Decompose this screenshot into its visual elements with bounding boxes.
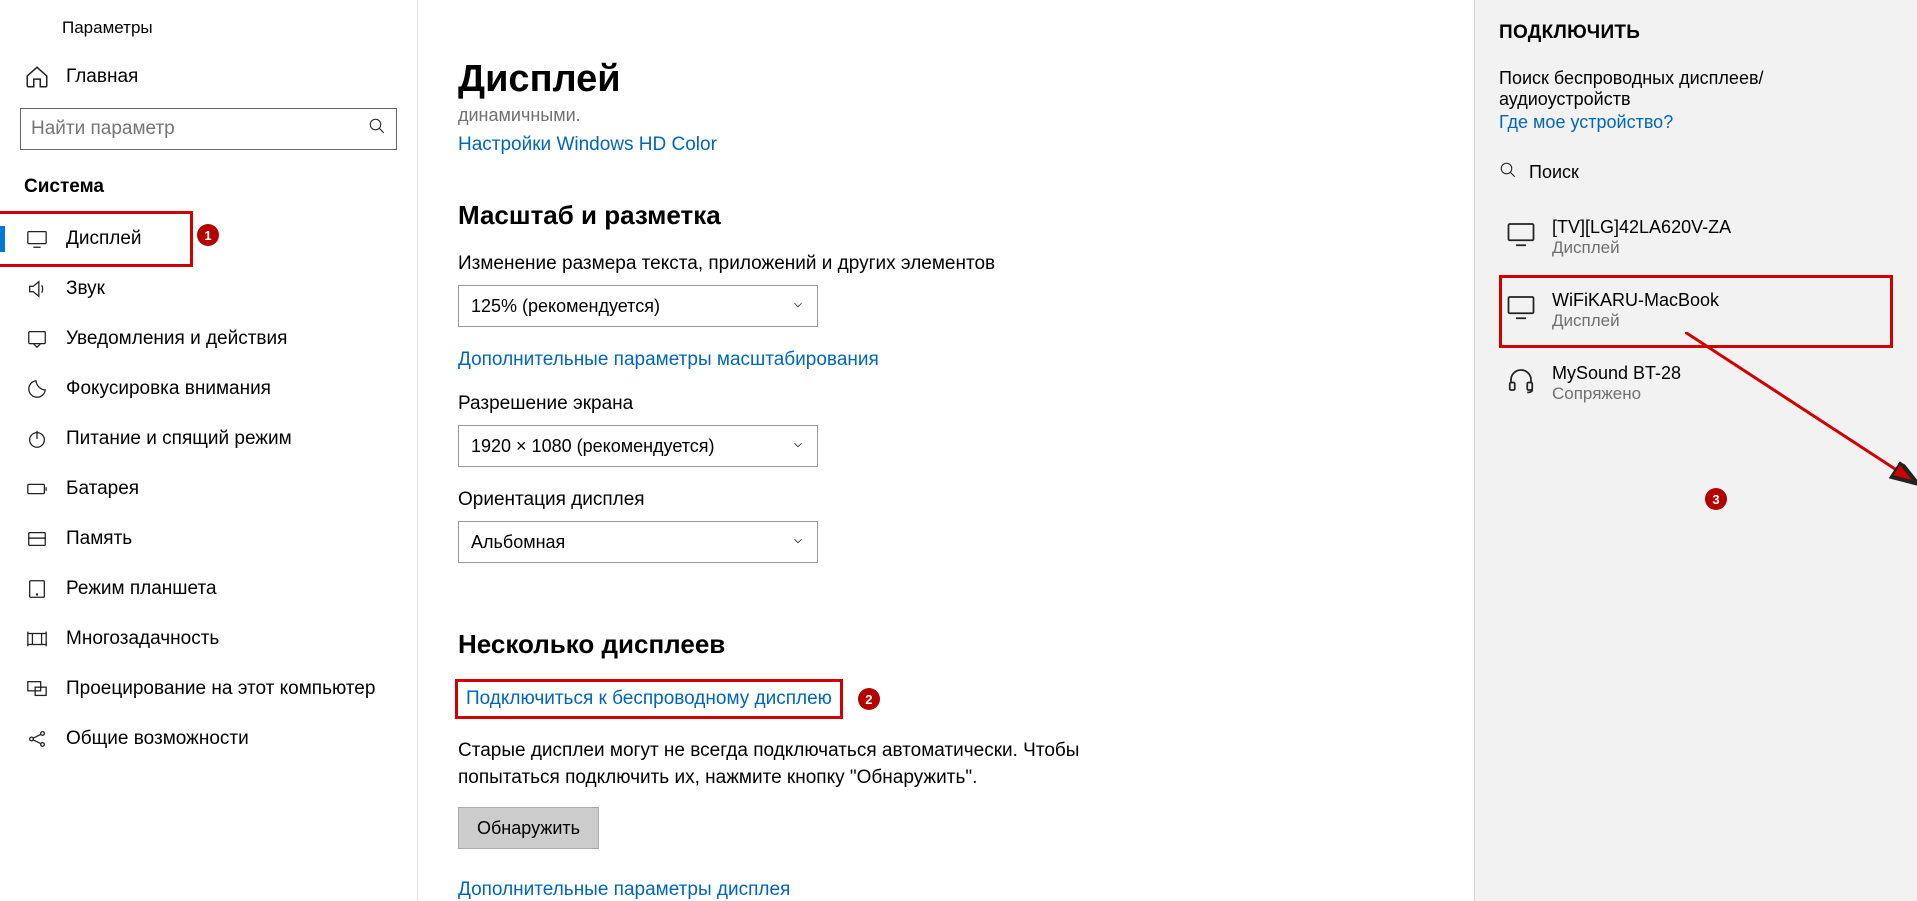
headset-icon (1506, 363, 1536, 404)
scale-value: 125% (рекомендуется) (471, 296, 660, 317)
panel-search[interactable]: Поиск (1499, 135, 1893, 202)
project-icon (24, 678, 50, 700)
scale-select[interactable]: 125% (рекомендуется) (458, 285, 818, 327)
chevron-down-icon (791, 296, 805, 317)
home-link[interactable]: Главная (0, 60, 417, 108)
page-title: Дисплей (458, 4, 1434, 105)
more-display-link[interactable]: Дополнительные параметры дисплея (458, 879, 1434, 901)
scale-extra-link[interactable]: Дополнительные параметры масштабирования (458, 349, 1434, 371)
sidebar-item-project[interactable]: Проецирование на этот компьютер (0, 664, 417, 714)
section-header: Система (0, 176, 417, 214)
resolution-select[interactable]: 1920 × 1080 (рекомендуется) (458, 425, 818, 467)
old-displays-text: Старые дисплеи могут не всегда подключат… (458, 738, 1158, 791)
orientation-select[interactable]: Альбомная (458, 521, 818, 563)
multitask-icon (24, 628, 50, 650)
sidebar-item-notify[interactable]: Уведомления и действия (0, 314, 417, 364)
where-device-link[interactable]: Где мое устройство? (1499, 112, 1893, 135)
home-icon (24, 64, 50, 90)
orientation-label: Ориентация дисплея (458, 489, 1434, 521)
search-input[interactable] (31, 118, 368, 140)
sidebar-item-memory[interactable]: Память (0, 514, 417, 564)
sidebar-item-label: Звук (66, 278, 105, 300)
sidebar-item-display[interactable]: Дисплей (0, 214, 190, 264)
search-icon (368, 117, 386, 141)
annotation-badge-2: 2 (858, 688, 880, 710)
home-label: Главная (66, 66, 138, 88)
monitor-icon (1506, 217, 1536, 258)
discover-button[interactable]: Обнаружить (458, 807, 599, 849)
sidebar-item-label: Многозадачность (66, 628, 219, 650)
main-content: Дисплей динамичными. Настройки Windows H… (418, 0, 1474, 901)
app-title: Параметры (0, 12, 417, 60)
orientation-value: Альбомная (471, 532, 565, 553)
panel-status: Поиск беспроводных дисплеев/аудиоустройс… (1499, 68, 1893, 112)
device-type: Сопряжено (1552, 384, 1681, 404)
scale-label: Изменение размера текста, приложений и д… (458, 253, 1434, 285)
sidebar-item-power[interactable]: Питание и спящий режим (0, 414, 417, 464)
resolution-value: 1920 × 1080 (рекомендуется) (471, 436, 715, 457)
sidebar-item-multi[interactable]: Многозадачность (0, 614, 417, 664)
device-macbook[interactable]: WiFiKARU-MacBook Дисплей (1499, 275, 1893, 348)
scale-heading: Масштаб и разметка (458, 156, 1434, 253)
panel-heading: ПОДКЛЮЧИТЬ (1499, 22, 1893, 68)
sidebar-item-label: Память (66, 528, 132, 550)
sidebar-item-label: Фокусировка внимания (66, 378, 271, 400)
sidebar-item-label: Уведомления и действия (66, 328, 287, 350)
notify-icon (24, 328, 50, 350)
sidebar-item-label: Режим планшета (66, 578, 217, 600)
sidebar-item-sound[interactable]: Звук (0, 264, 417, 314)
sidebar-item-tablet[interactable]: Режим планшета (0, 564, 417, 614)
focus-icon (24, 378, 50, 400)
sidebar-item-battery[interactable]: Батарея (0, 464, 417, 514)
sidebar-item-label: Дисплей (66, 228, 142, 250)
storage-icon (24, 528, 50, 550)
multi-heading: Несколько дисплеев (458, 585, 1434, 682)
sidebar-item-label: Питание и спящий режим (66, 428, 292, 450)
device-name: MySound BT-28 (1552, 363, 1681, 384)
annotation-badge-1: 1 (197, 224, 219, 246)
connect-wireless-link[interactable]: Подключиться к беспроводному дисплею (458, 682, 840, 716)
chevron-down-icon (791, 436, 805, 457)
chevron-down-icon (791, 532, 805, 553)
device-headset[interactable]: MySound BT-28 Сопряжено (1499, 348, 1893, 421)
display-icon (24, 228, 50, 250)
hdcolor-link[interactable]: Настройки Windows HD Color (458, 134, 1434, 156)
annotation-badge-3: 3 (1705, 488, 1727, 510)
sidebar-item-focus[interactable]: Фокусировка внимания (0, 364, 417, 414)
sidebar-item-label: Общие возможности (66, 728, 249, 750)
search-box[interactable] (20, 108, 397, 150)
sidebar-nav: Дисплей 1 Звук Уведомления и действия Фо… (0, 214, 417, 764)
monitor-icon (1506, 290, 1536, 331)
settings-sidebar: Параметры Главная Система Дисплей 1 (0, 0, 418, 901)
device-type: Дисплей (1552, 238, 1731, 258)
resolution-label: Разрешение экрана (458, 393, 1434, 425)
device-type: Дисплей (1552, 311, 1719, 331)
sidebar-item-label: Проецирование на этот компьютер (66, 678, 375, 700)
shared-icon (24, 728, 50, 750)
search-icon (1499, 161, 1517, 184)
sidebar-item-label: Батарея (66, 478, 139, 500)
sound-icon (24, 278, 50, 300)
connect-panel: ПОДКЛЮЧИТЬ Поиск беспроводных дисплеев/а… (1474, 0, 1917, 901)
power-icon (24, 428, 50, 450)
device-name: [TV][LG]42LA620V-ZA (1552, 217, 1731, 238)
subtitle-fragment: динамичными. (458, 105, 1434, 126)
tablet-icon (24, 578, 50, 600)
sidebar-item-shared[interactable]: Общие возможности (0, 714, 417, 764)
device-tv-lg[interactable]: [TV][LG]42LA620V-ZA Дисплей (1499, 202, 1893, 275)
device-name: WiFiKARU-MacBook (1552, 290, 1719, 311)
panel-search-label: Поиск (1529, 162, 1579, 183)
battery-icon (24, 478, 50, 500)
